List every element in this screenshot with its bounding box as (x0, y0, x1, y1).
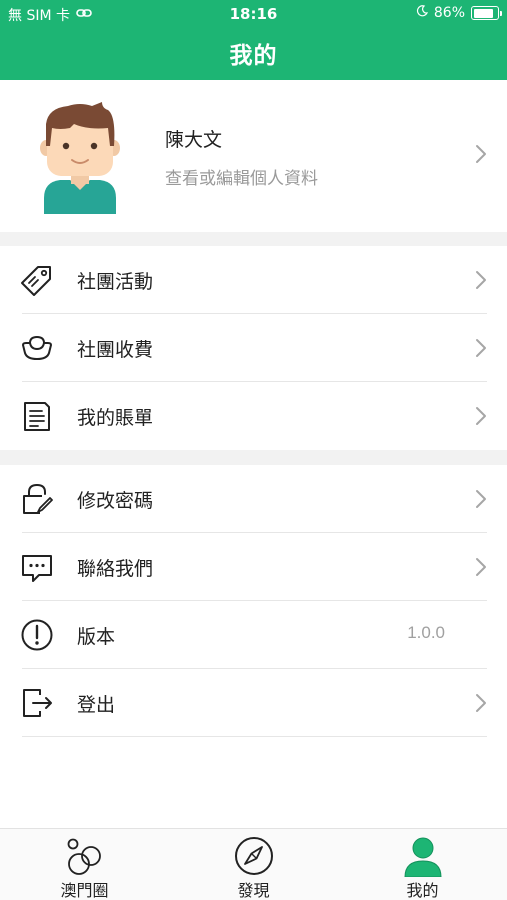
tab-label: 發現 (237, 881, 270, 900)
tab-label: 澳門圈 (60, 881, 109, 900)
tab-mine[interactable]: 我的 (338, 829, 507, 900)
menu-item-label: 修改密碼 (77, 490, 154, 512)
user-icon (402, 835, 444, 878)
section-gap (0, 450, 507, 465)
lock-edit-icon (20, 482, 54, 516)
row-divider (22, 736, 487, 737)
version-value: 1.0.0 (407, 623, 445, 642)
menu-item-club-fees[interactable]: 社團收費 (0, 314, 507, 382)
menu-group-club: 社團活動 社團收費 我的賬單 (0, 246, 507, 450)
male-avatar-icon (38, 102, 122, 214)
menu-item-label: 版本 (77, 626, 116, 648)
menu-item-label: 社團活動 (77, 271, 154, 293)
moon-icon (416, 5, 428, 21)
page-title: 我的 (229, 43, 278, 69)
chevron-right-icon (475, 338, 487, 358)
tab-label: 我的 (406, 881, 439, 900)
status-right: 86% (416, 5, 502, 21)
section-gap (0, 232, 507, 246)
menu-item-my-bills[interactable]: 我的賬單 (0, 382, 507, 450)
chevron-right-icon (475, 557, 487, 577)
header-bar: 無 SIM 卡 18:16 86% 我的 (0, 0, 507, 80)
info-circle-icon (20, 618, 54, 652)
menu-item-label: 登出 (77, 694, 116, 716)
menu-item-change-password[interactable]: 修改密碼 (0, 465, 507, 533)
bill-document-icon (20, 399, 54, 433)
menu-group-account: 修改密碼 聯絡我們 版本 1.0.0 登出 (0, 465, 507, 737)
chat-bubble-icon (20, 550, 54, 584)
profile-edit-hint: 查看或編輯個人資料 (165, 169, 318, 189)
battery-percent: 86% (433, 5, 465, 21)
chevron-right-icon (475, 406, 487, 426)
price-tag-icon (20, 263, 54, 297)
menu-item-club-activities[interactable]: 社團活動 (0, 246, 507, 314)
menu-item-label: 社團收費 (77, 339, 154, 361)
battery-icon (471, 6, 502, 20)
menu-item-logout[interactable]: 登出 (0, 669, 507, 737)
menu-item-version: 版本 1.0.0 (0, 601, 507, 669)
gold-ingot-icon (20, 331, 54, 365)
profile-name: 陳大文 (165, 129, 223, 151)
tab-discover[interactable]: 發現 (169, 829, 338, 900)
menu-item-contact-us[interactable]: 聯絡我們 (0, 533, 507, 601)
status-bar: 無 SIM 卡 18:16 86% (0, 0, 507, 28)
tab-macau-circle[interactable]: 澳門圈 (0, 829, 169, 900)
chevron-right-icon (475, 693, 487, 713)
menu-item-label: 聯絡我們 (77, 558, 154, 580)
circles-icon (64, 835, 106, 877)
profile-card[interactable]: 陳大文 查看或編輯個人資料 (0, 80, 507, 232)
chevron-right-icon (475, 144, 487, 164)
chevron-right-icon (475, 270, 487, 290)
chevron-right-icon (475, 489, 487, 509)
bottom-tab-bar: 澳門圈 發現 我的 (0, 828, 507, 900)
compass-icon (233, 835, 275, 877)
menu-item-label: 我的賬單 (77, 407, 154, 429)
logout-icon (20, 686, 54, 720)
